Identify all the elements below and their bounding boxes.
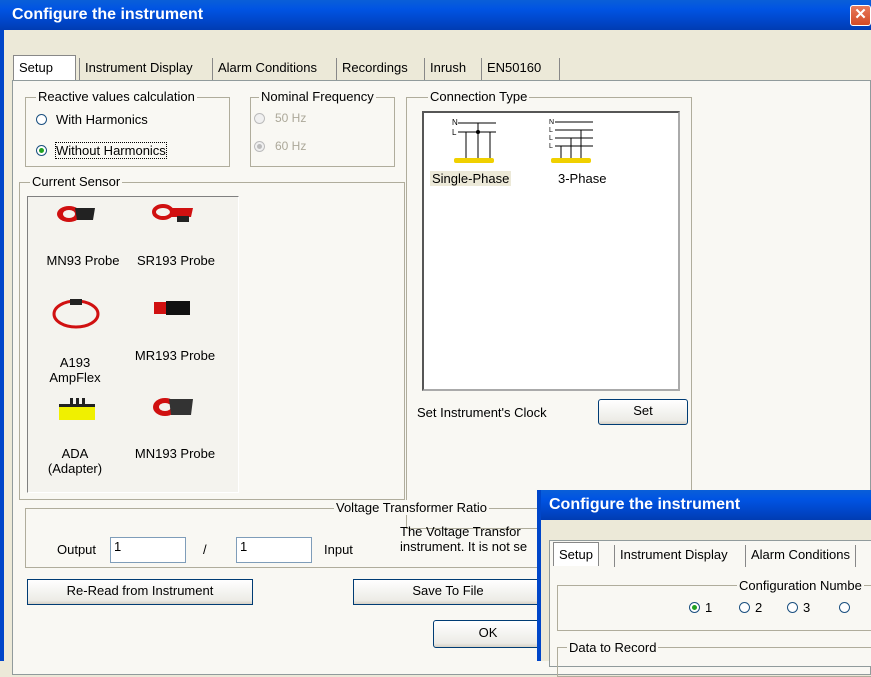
mn193-probe-label[interactable]: MN193 Probe [127, 446, 223, 461]
with-harmonics-radio[interactable] [36, 114, 47, 125]
single-phase-label[interactable]: Single-Phase [430, 171, 512, 186]
input-field[interactable]: 1 [236, 537, 312, 563]
nominal-frequency-legend: Nominal Frequency [259, 89, 376, 104]
second-dialog-title: Configure the instrument [549, 496, 741, 513]
with-harmonics-label[interactable]: With Harmonics [56, 112, 148, 127]
second-config-dialog: Configure the instrument Setup Instrumen… [537, 490, 871, 677]
freq-50hz-radio[interactable] [254, 113, 265, 124]
config-1-radio[interactable] [689, 602, 700, 613]
title-bar: Configure the instrument ✕ [0, 0, 871, 30]
svg-text:N: N [452, 118, 458, 127]
svg-text:L: L [549, 143, 553, 150]
config-4-radio[interactable] [839, 602, 850, 613]
vt-note-line1: The Voltage Transfor [400, 524, 521, 539]
mn93-probe-label[interactable]: MN93 Probe [33, 253, 133, 268]
connection-type-legend: Connection Type [428, 89, 530, 104]
freq-60hz-label[interactable]: 60 Hz [275, 139, 306, 153]
sr193-probe-label[interactable]: SR193 Probe [128, 253, 224, 268]
mn93-probe-icon[interactable] [55, 202, 99, 224]
window-title: Configure the instrument [12, 6, 204, 23]
three-phase-icon[interactable]: N L L L [545, 116, 595, 166]
close-button[interactable]: ✕ [850, 5, 871, 26]
tab-en50160[interactable]: EN50160 [481, 58, 560, 80]
tab-instrument-display[interactable]: Instrument Display [79, 58, 211, 80]
ampflex-label[interactable]: A193 AmpFlex [41, 355, 109, 385]
ok-button[interactable]: OK [433, 620, 543, 648]
config-3-label[interactable]: 3 [803, 600, 810, 615]
adapter-label[interactable]: ADA (Adapter) [41, 446, 109, 476]
svg-text:L: L [549, 135, 553, 142]
svg-text:L: L [549, 127, 553, 134]
reactive-values-legend: Reactive values calculation [36, 89, 197, 104]
tab-setup[interactable]: Setup [13, 55, 76, 81]
adapter-label-text: ADA (Adapter) [47, 446, 103, 476]
window-border [0, 30, 4, 661]
ampflex-icon[interactable] [50, 296, 102, 330]
output-field[interactable]: 1 [110, 537, 186, 563]
mn193-probe-icon[interactable] [151, 395, 197, 419]
svg-text:L: L [452, 128, 457, 137]
without-harmonics-radio[interactable] [36, 145, 47, 156]
tab-recordings[interactable]: Recordings [336, 58, 423, 80]
second-tab-instrument-display[interactable]: Instrument Display [614, 545, 733, 567]
ratio-slash: / [203, 542, 207, 557]
single-phase-icon[interactable]: N L [448, 116, 498, 166]
sr193-probe-icon[interactable] [151, 202, 197, 224]
config-2-label[interactable]: 2 [755, 600, 762, 615]
config-3-radio[interactable] [787, 602, 798, 613]
set-clock-label: Set Instrument's Clock [417, 405, 547, 420]
second-tab-alarm-conditions[interactable]: Alarm Conditions [745, 545, 856, 567]
adapter-icon[interactable] [57, 396, 97, 422]
data-to-record-legend: Data to Record [567, 640, 659, 655]
freq-50hz-label[interactable]: 50 Hz [275, 111, 306, 125]
vt-note-line2: instrument. It is not se [400, 539, 528, 554]
without-harmonics-label[interactable]: Without Harmonics [55, 142, 167, 159]
tab-alarm-conditions[interactable]: Alarm Conditions [212, 58, 335, 80]
set-clock-button[interactable]: Set [598, 399, 688, 425]
reread-button[interactable]: Re-Read from Instrument [27, 579, 253, 605]
voltage-transformer-legend: Voltage Transformer Ratio [334, 500, 490, 515]
config-number-legend: Configuration Numbe [737, 578, 864, 593]
mr193-probe-label[interactable]: MR193 Probe [127, 348, 223, 363]
input-label: Input [324, 542, 353, 557]
freq-60hz-radio[interactable] [254, 141, 265, 152]
mr193-probe-icon[interactable] [150, 298, 194, 318]
second-tab-setup[interactable]: Setup [553, 542, 599, 566]
current-sensor-legend: Current Sensor [30, 174, 123, 189]
svg-text:N: N [549, 119, 554, 126]
nominal-frequency-group [250, 97, 395, 167]
vt-note: The Voltage Transfor instrument. It is n… [400, 524, 527, 554]
tab-inrush[interactable]: Inrush [424, 58, 480, 80]
second-dialog-title-bar: Configure the instrument [541, 490, 871, 520]
config-2-radio[interactable] [739, 602, 750, 613]
three-phase-label[interactable]: 3-Phase [558, 171, 606, 186]
save-to-file-button[interactable]: Save To File [353, 579, 543, 605]
output-label: Output [57, 542, 97, 557]
ampflex-label-text: A193 AmpFlex [49, 355, 101, 385]
config-1-label[interactable]: 1 [705, 600, 712, 615]
